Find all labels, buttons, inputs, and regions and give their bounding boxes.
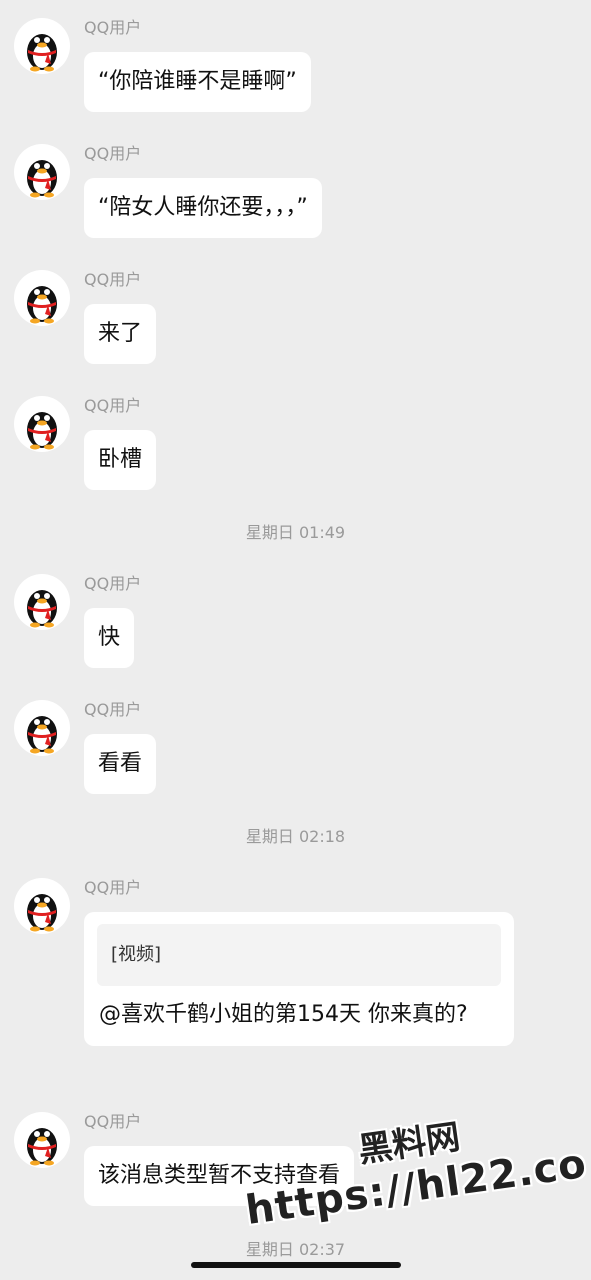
home-indicator[interactable] xyxy=(191,1262,401,1268)
avatar[interactable] xyxy=(14,396,70,452)
timestamp: 星期日 02:37 xyxy=(245,1240,346,1259)
message-bubble[interactable]: 看看 xyxy=(84,734,157,794)
avatar[interactable] xyxy=(14,144,70,200)
avatar[interactable] xyxy=(14,700,70,756)
penguin-icon xyxy=(27,716,57,754)
sender-name: QQ用户 xyxy=(84,878,142,897)
message-bubble[interactable]: 快 xyxy=(84,608,135,668)
penguin-icon xyxy=(27,286,57,324)
avatar[interactable] xyxy=(14,270,70,326)
watermark-cn: 黑料网 xyxy=(355,1117,463,1171)
avatar[interactable] xyxy=(14,878,70,934)
sender-name: QQ用户 xyxy=(84,1112,142,1131)
timestamp: 星期日 02:18 xyxy=(245,827,346,846)
penguin-icon xyxy=(27,1128,57,1166)
sender-name: QQ用户 xyxy=(84,144,142,163)
sender-name: QQ用户 xyxy=(84,700,142,719)
avatar[interactable] xyxy=(14,18,70,74)
message-bubble[interactable]: 来了 xyxy=(84,304,157,364)
timestamp: 星期日 01:49 xyxy=(245,523,346,542)
penguin-icon xyxy=(27,412,57,450)
message-bubble[interactable]: 卧槽 xyxy=(84,430,157,490)
avatar[interactable] xyxy=(14,1112,70,1168)
penguin-icon xyxy=(27,160,57,198)
avatar[interactable] xyxy=(14,574,70,630)
message-text: @喜欢千鹤小姐的第154天 你来真的? xyxy=(99,1002,468,1027)
message-bubble[interactable]: “你陪谁睡不是睡啊” xyxy=(84,52,311,112)
message-bubble[interactable]: 该消息类型暂不支持查看 xyxy=(84,1146,355,1206)
penguin-icon xyxy=(27,894,57,932)
message-bubble[interactable]: [视频] @喜欢千鹤小姐的第154天 你来真的? xyxy=(84,912,514,1046)
penguin-icon xyxy=(27,34,57,72)
sender-name: QQ用户 xyxy=(84,396,142,415)
penguin-icon xyxy=(27,590,57,628)
sender-name: QQ用户 xyxy=(84,574,142,593)
sender-name: QQ用户 xyxy=(84,18,142,37)
quoted-video[interactable]: [视频] xyxy=(97,924,501,986)
message-bubble[interactable]: “陪女人睡你还要，，，” xyxy=(84,178,322,238)
sender-name: QQ用户 xyxy=(84,270,142,289)
